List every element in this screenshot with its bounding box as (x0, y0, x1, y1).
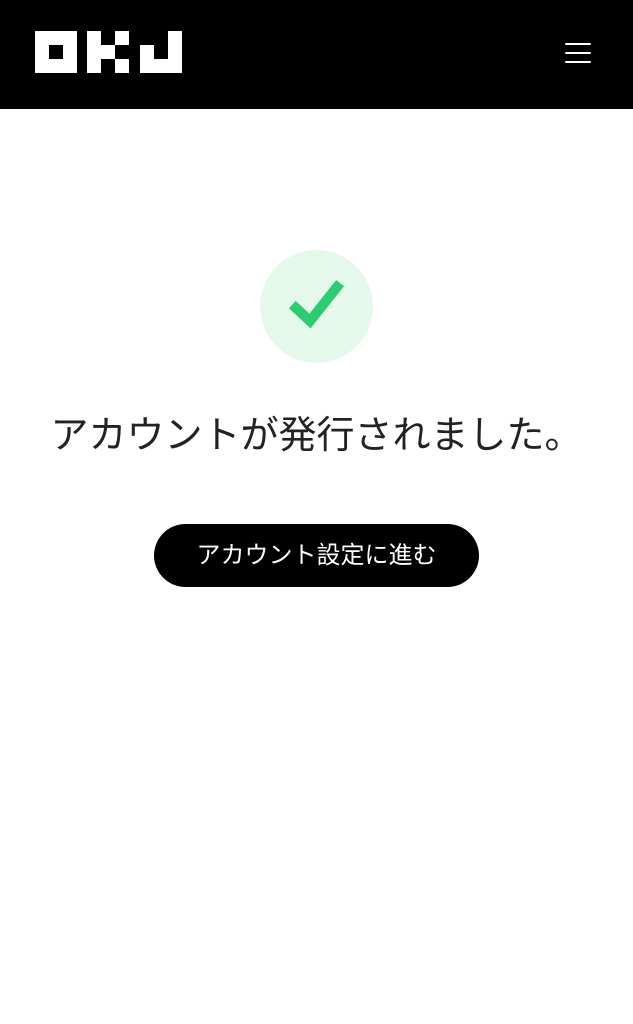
check-icon (288, 279, 345, 329)
success-badge (260, 250, 373, 363)
success-message: アカウントが発行されました。 (50, 413, 583, 457)
hamburger-menu-icon[interactable] (561, 38, 595, 68)
main-content: アカウントが発行されました。 アカウント設定に進む (0, 109, 633, 1024)
okj-logo[interactable] (35, 31, 182, 73)
okj-logo-mark (35, 31, 182, 73)
account-settings-button[interactable]: アカウント設定に進む (154, 524, 479, 587)
app-header (0, 0, 633, 109)
